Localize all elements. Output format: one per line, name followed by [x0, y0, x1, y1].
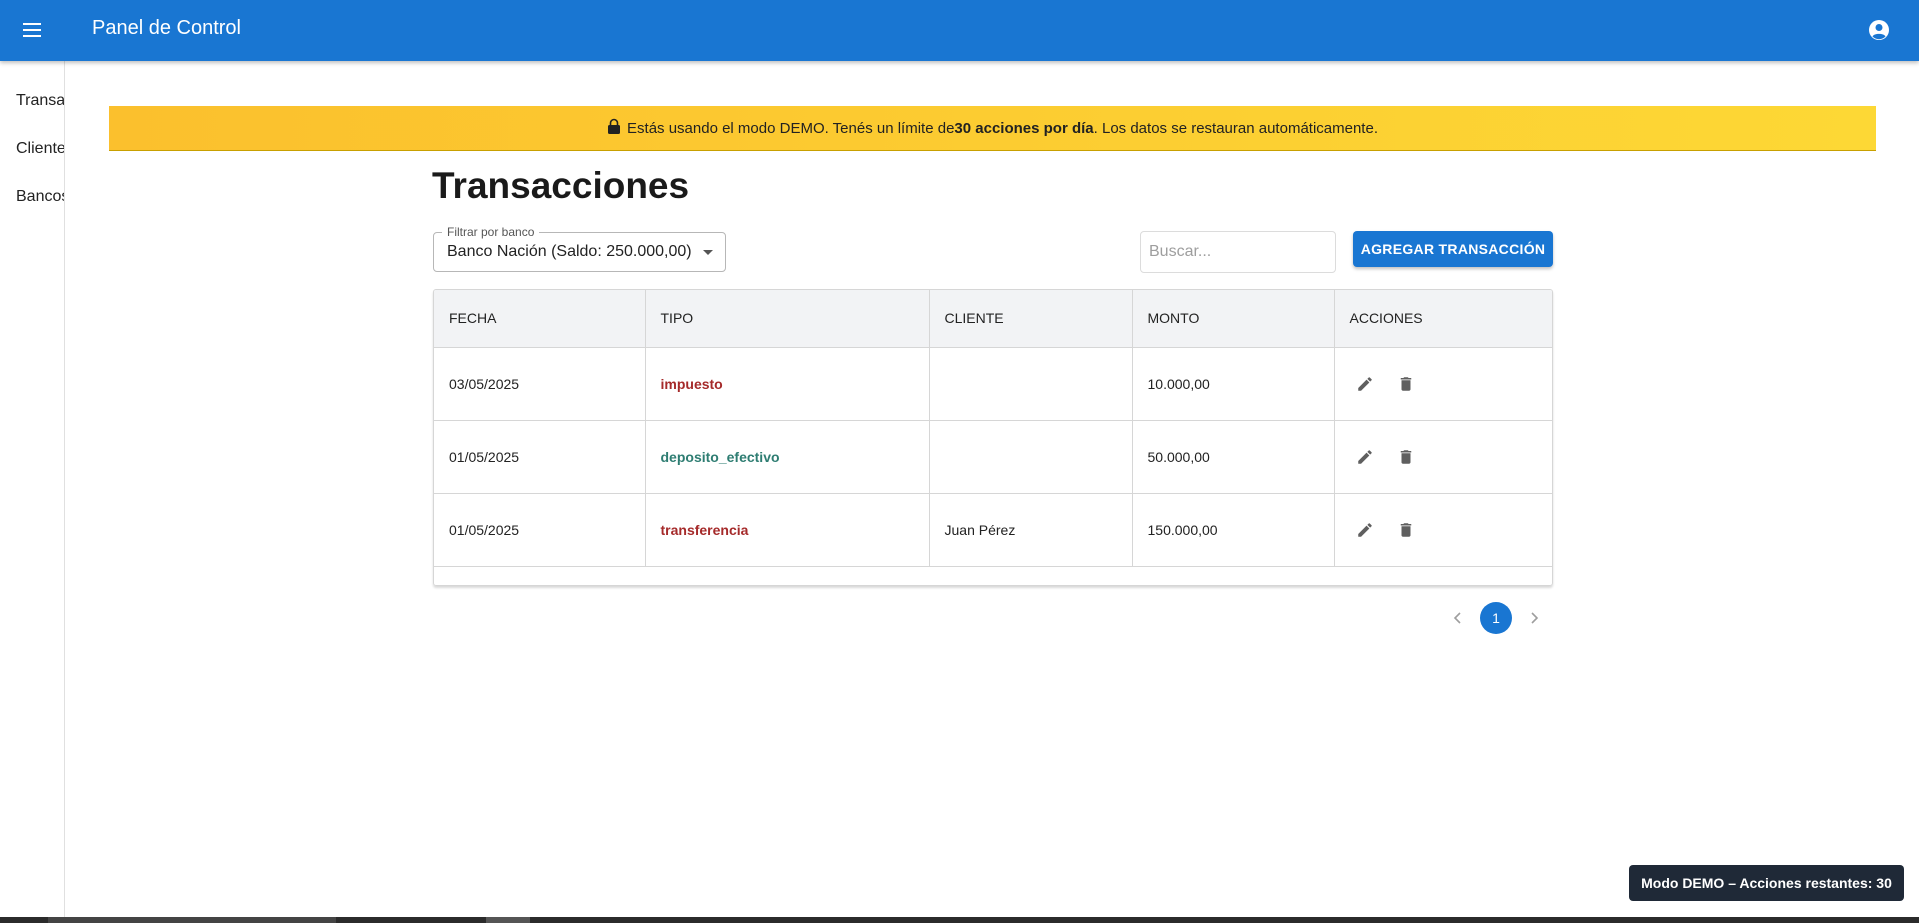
transactions-table: FECHA TIPO CLIENTE MONTO ACCIONES 03/05/…	[433, 289, 1553, 586]
sidebar-item-clientes[interactable]: Clientes	[16, 140, 64, 158]
banner-text-post: . Los datos se restauran automáticamente…	[1093, 119, 1378, 137]
chevron-left-icon[interactable]	[1446, 606, 1470, 630]
cell-acciones	[1334, 493, 1552, 567]
edit-icon[interactable]	[1350, 369, 1380, 399]
table-row: 01/05/2025 transferencia Juan Pérez 150.…	[434, 493, 1552, 567]
cell-acciones	[1334, 420, 1552, 494]
bank-filter-value: Banco Nación (Saldo: 250.000,00)	[447, 243, 692, 260]
delete-icon[interactable]	[1391, 369, 1421, 399]
column-header-monto: MONTO	[1132, 290, 1335, 348]
app-bar: Panel de Control	[0, 0, 1919, 61]
cell-acciones	[1334, 347, 1552, 421]
bank-filter-label: Filtrar por banco	[442, 225, 540, 239]
cell-monto: 50.000,00	[1132, 420, 1335, 494]
banner-text-pre: Estás usando el modo DEMO. Tenés un lími…	[627, 119, 955, 137]
cell-cliente	[929, 347, 1133, 421]
demo-banner: Estás usando el modo DEMO. Tenés un lími…	[109, 106, 1876, 151]
cell-cliente	[929, 420, 1133, 494]
cell-tipo: impuesto	[645, 347, 930, 421]
delete-icon[interactable]	[1391, 442, 1421, 472]
cell-tipo: deposito_efectivo	[645, 420, 930, 494]
page-title: Transacciones	[432, 165, 690, 206]
cell-cliente: Juan Pérez	[929, 493, 1133, 567]
table-row: 03/05/2025 impuesto 10.000,00	[434, 347, 1552, 421]
cell-tipo: transferencia	[645, 493, 930, 567]
edit-icon[interactable]	[1350, 515, 1380, 545]
column-header-acciones: ACCIONES	[1334, 290, 1552, 348]
search-input[interactable]	[1140, 231, 1336, 273]
cell-monto: 150.000,00	[1132, 493, 1335, 567]
cell-fecha: 01/05/2025	[434, 493, 646, 567]
sidebar: Transacciones Clientes Bancos	[0, 61, 65, 923]
banner-text-bold: 30 acciones por día	[954, 119, 1094, 137]
bank-filter-select[interactable]: Filtrar por banco Banco Nación (Saldo: 2…	[433, 225, 726, 272]
add-transaction-button[interactable]: AGREGAR TRANSACCIÓN	[1353, 231, 1553, 267]
delete-icon[interactable]	[1391, 515, 1421, 545]
account-circle-icon[interactable]	[1864, 15, 1894, 45]
menu-icon[interactable]	[14, 14, 50, 46]
taskbar-segment	[486, 917, 530, 923]
column-header-fecha: FECHA	[434, 290, 646, 348]
table-row: 01/05/2025 deposito_efectivo 50.000,00	[434, 420, 1552, 494]
dropdown-arrow-icon	[703, 250, 713, 255]
chevron-right-icon[interactable]	[1522, 606, 1546, 630]
cell-monto: 10.000,00	[1132, 347, 1335, 421]
pagination-page-current[interactable]: 1	[1480, 602, 1512, 634]
column-header-cliente: CLIENTE	[929, 290, 1133, 348]
cell-fecha: 03/05/2025	[434, 347, 646, 421]
sidebar-item-transacciones[interactable]: Transacciones	[16, 92, 64, 110]
edit-icon[interactable]	[1350, 442, 1380, 472]
lock-icon	[607, 118, 621, 139]
demo-status-toast: Modo DEMO – Acciones restantes: 30	[1629, 865, 1904, 901]
column-header-tipo: TIPO	[645, 290, 930, 348]
app-title: Panel de Control	[92, 17, 241, 39]
taskbar-segment	[48, 917, 336, 923]
table-header-row: FECHA TIPO CLIENTE MONTO ACCIONES	[434, 290, 1552, 348]
sidebar-item-bancos[interactable]: Bancos	[16, 188, 64, 206]
cell-fecha: 01/05/2025	[434, 420, 646, 494]
taskbar	[0, 917, 1919, 923]
